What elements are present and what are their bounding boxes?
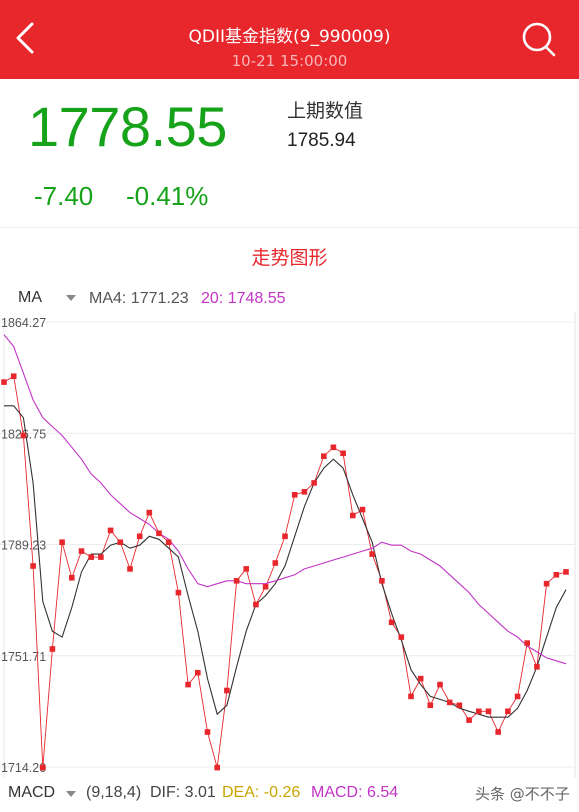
data-point (156, 530, 162, 537)
data-point (165, 539, 172, 545)
data-point (466, 717, 472, 723)
data-point (553, 572, 560, 578)
price-change: -7.40 (34, 181, 94, 211)
ma20-value: 20: 1748.55 (201, 290, 286, 307)
data-point (20, 432, 27, 439)
data-point (1, 379, 7, 385)
data-point (388, 619, 395, 626)
data-point (379, 578, 385, 584)
data-point (195, 669, 201, 676)
data-point (117, 539, 124, 545)
search-icon[interactable] (518, 20, 558, 58)
dropdown-caret-icon[interactable] (66, 791, 76, 797)
data-point (262, 583, 269, 590)
data-point (69, 575, 75, 581)
data-point (107, 527, 114, 534)
data-point (514, 693, 521, 700)
data-point (30, 563, 36, 569)
data-point (505, 708, 511, 715)
series-line-close (3, 375, 567, 768)
data-point (321, 453, 327, 459)
macd-value: MACD: 6.54 (311, 784, 399, 801)
data-point (98, 554, 104, 560)
section-divider (0, 227, 579, 228)
previous-value: 1785.94 (287, 130, 356, 151)
data-point (485, 708, 492, 715)
y-tick-label: 1751.71 (1, 650, 46, 664)
data-point (214, 764, 220, 771)
data-point (456, 702, 463, 709)
data-point (476, 708, 482, 715)
data-point (233, 578, 240, 584)
data-point (253, 601, 259, 608)
data-point (563, 569, 569, 575)
data-point (417, 675, 424, 682)
data-point (446, 699, 453, 706)
data-point (243, 566, 249, 572)
data-point (204, 729, 211, 735)
y-tick-label: 1789.23 (1, 539, 46, 553)
update-time: 10-21 15:00:00 (231, 52, 348, 70)
data-point (543, 580, 550, 587)
ma-indicator-selector[interactable]: MA (18, 289, 42, 307)
data-point (49, 646, 56, 652)
watermark: 头条 @不不子 (472, 782, 573, 805)
price-change-percent: -0.41% (126, 181, 209, 211)
data-point (59, 539, 65, 545)
data-point (136, 533, 143, 540)
data-point (146, 509, 153, 516)
data-point (301, 489, 308, 495)
current-price: 1778.55 (28, 95, 227, 158)
data-point (350, 512, 356, 519)
dropdown-caret-icon[interactable] (66, 295, 76, 301)
macd-params: (9,18,4) (86, 784, 142, 801)
data-point (437, 681, 443, 688)
data-point (524, 640, 530, 646)
data-point (224, 687, 230, 694)
data-point (185, 681, 191, 688)
data-point (282, 533, 288, 540)
macd-dif-value: DIF: 3.01 (150, 784, 216, 801)
data-point (427, 702, 434, 709)
data-point (175, 589, 182, 596)
data-point (291, 492, 298, 498)
page-title: QDII基金指数(9_990009) (188, 27, 391, 47)
ma4-value: MA4: 1771.23 (89, 290, 189, 307)
data-point (88, 554, 94, 560)
previous-value-label: 上期数值 (287, 100, 364, 122)
data-point (330, 444, 337, 451)
data-point (340, 450, 346, 457)
data-point (398, 634, 405, 640)
data-point (40, 764, 46, 771)
data-point (495, 729, 501, 735)
data-point (311, 480, 317, 486)
series-line-ma4 (4, 405, 567, 718)
data-point (359, 506, 366, 513)
data-point (272, 560, 279, 566)
macd-indicator-selector[interactable]: MACD (8, 784, 55, 802)
data-point (78, 548, 85, 554)
y-tick-label: 1864.27 (1, 316, 46, 330)
data-point (10, 373, 17, 379)
series-line-20 (3, 334, 567, 665)
data-point (127, 566, 133, 572)
data-point (534, 664, 540, 670)
y-tick-label: 1714.20 (1, 761, 46, 775)
price-trend-chart[interactable]: 1864.271826.751789.231751.711714.20 (0, 312, 579, 778)
macd-dea-value: DEA: -0.26 (222, 784, 301, 801)
data-point (369, 551, 375, 557)
top-app-bar: QDII基金指数(9_990009) 10-21 15:00:00 (0, 0, 579, 79)
trend-chart-title: 走势图形 (251, 247, 328, 269)
data-point (408, 693, 414, 700)
